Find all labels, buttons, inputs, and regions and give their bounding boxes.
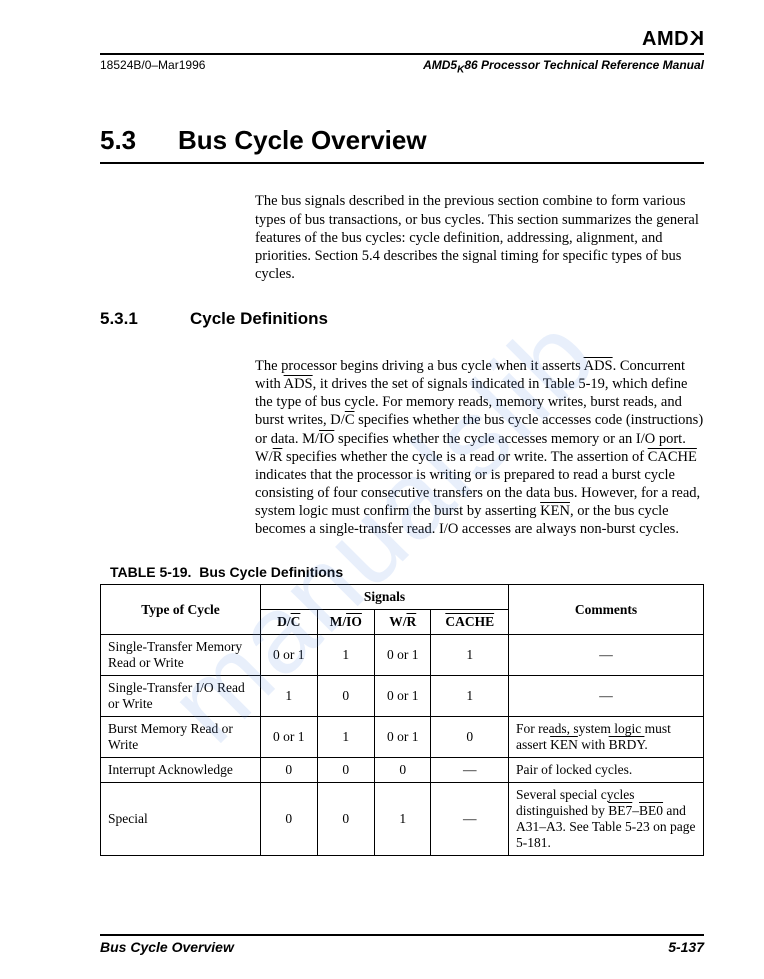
footer-page-number: 5-137 <box>668 939 704 955</box>
col-wr: W/R <box>374 610 431 635</box>
bus-cycle-definitions-table: Type of Cycle Signals Comments D/C M/IO … <box>100 584 704 856</box>
brand-logo: AMDK <box>100 28 704 51</box>
subsection-title-text: Cycle Definitions <box>190 309 328 329</box>
table-row: Burst Memory Read or Write 0 or 1 1 0 or… <box>101 717 704 758</box>
table-row: Interrupt Acknowledge 0 0 0 — Pair of lo… <box>101 758 704 783</box>
manual-title: AMD5K86 Processor Technical Reference Ma… <box>423 58 704 75</box>
table-caption: TABLE 5-19. Bus Cycle Definitions <box>110 564 704 580</box>
section-heading: 5.3 Bus Cycle Overview <box>100 125 704 164</box>
table-header: Type of Cycle Signals Comments D/C M/IO … <box>101 585 704 635</box>
col-signals: Signals <box>261 585 509 610</box>
subsection-number: 5.3.1 <box>100 309 190 329</box>
col-type: Type of Cycle <box>101 585 261 635</box>
header-rule <box>100 53 704 55</box>
section-title-text: Bus Cycle Overview <box>178 125 427 156</box>
subsection-heading: 5.3.1 Cycle Definitions <box>100 309 704 329</box>
col-cache: CACHE <box>431 610 509 635</box>
col-mio: M/IO <box>317 610 374 635</box>
footer-left: Bus Cycle Overview <box>100 939 234 955</box>
footer-rule <box>100 934 704 936</box>
table-row: Single-Transfer Memory Read or Write 0 o… <box>101 635 704 676</box>
table-row: Special 0 0 1 — Several special cycles d… <box>101 783 704 856</box>
col-dc: D/C <box>261 610 318 635</box>
intro-paragraph: The bus signals described in the previou… <box>255 192 704 283</box>
cycle-definitions-paragraph: The processor begins driving a bus cycle… <box>255 357 704 538</box>
doc-id: 18524B/0–Mar1996 <box>100 58 205 75</box>
page-footer: Bus Cycle Overview 5-137 <box>100 934 704 955</box>
section-number: 5.3 <box>100 125 178 156</box>
col-comments: Comments <box>509 585 704 635</box>
header-row: 18524B/0–Mar1996 AMD5K86 Processor Techn… <box>100 58 704 75</box>
document-page: manualslib AMDK 18524B/0–Mar1996 AMD5K86… <box>0 0 764 979</box>
table-row: Single-Transfer I/O Read or Write 1 0 0 … <box>101 676 704 717</box>
